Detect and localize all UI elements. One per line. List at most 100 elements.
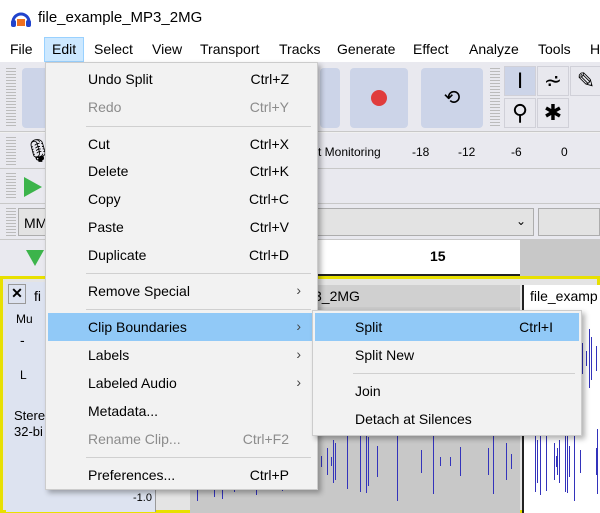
i-beam-icon: I — [516, 68, 524, 93]
menu-item-labeled-audio[interactable]: Labeled Audio › — [48, 369, 315, 397]
menu-item-delete[interactable]: Delete Ctrl+K — [48, 157, 315, 185]
menu-edit[interactable]: Edit — [44, 37, 85, 62]
menu-item-shortcut: Ctrl+Y — [249, 99, 289, 115]
menu-generate[interactable]: Generate — [337, 41, 395, 57]
meter-tick: -18 — [412, 145, 430, 159]
toolbar-grip[interactable] — [6, 68, 16, 126]
menu-item-label: Duplicate — [88, 247, 147, 263]
envelope-tool-button[interactable]: ⩫ — [537, 66, 569, 96]
toolbar-grip[interactable] — [490, 68, 500, 126]
gain-slider[interactable]: - — [20, 332, 25, 348]
menu-item-redo[interactable]: Redo Ctrl+Y — [48, 93, 315, 121]
menu-item-copy[interactable]: Copy Ctrl+C — [48, 185, 315, 213]
record-button[interactable] — [350, 68, 408, 128]
multi-tool-button[interactable]: ✱ — [537, 98, 569, 128]
menu-item-label: Split — [355, 319, 383, 335]
menu-item-join[interactable]: Join — [315, 377, 579, 405]
waveform-sample — [460, 447, 462, 476]
asterisk-icon: ✱ — [543, 100, 563, 125]
chevron-right-icon: › — [296, 282, 301, 298]
menu-tools[interactable]: Tools — [538, 41, 571, 57]
record-icon — [371, 90, 387, 106]
waveform-sample — [493, 429, 495, 494]
menu-item-label: Labels — [88, 347, 130, 363]
chevron-right-icon: › — [296, 318, 301, 334]
waveform-sample — [590, 336, 592, 381]
waveform-sample — [334, 442, 336, 481]
waveform-sample — [597, 429, 599, 494]
waveform-sample — [534, 430, 536, 493]
track-bit-depth: 32-bi — [14, 424, 43, 439]
waveform-sample — [433, 429, 435, 494]
envelope-icon: ⩫ — [543, 68, 563, 93]
selection-tool-button[interactable]: I — [504, 66, 536, 96]
menu-item-label: Rename Clip... — [88, 431, 181, 447]
menu-bar: File Edit Select View Transport Tracks G… — [0, 37, 600, 62]
waveform-sample — [586, 350, 588, 367]
waveform-sample — [581, 343, 583, 374]
menu-item-detach-at-silences[interactable]: Detach at Silences — [315, 405, 579, 433]
menu-view[interactable]: View — [152, 41, 182, 57]
menu-item-rename-clip[interactable]: Rename Clip... Ctrl+F2 — [48, 425, 315, 453]
waveform-sample — [567, 437, 569, 486]
edit-menu: Undo Split Ctrl+Z Redo Ctrl+Y Cut Ctrl+X Delet… — [45, 62, 318, 490]
menu-item-label: Join — [355, 383, 381, 399]
waveform-sample — [511, 453, 513, 470]
vertical-scale-label: -1.0 — [133, 492, 152, 504]
menu-item-split-new[interactable]: Split New — [315, 341, 579, 369]
magnifier-icon: ⚲ — [511, 100, 529, 125]
meter-label[interactable]: t Monitoring — [318, 145, 381, 159]
menu-analyze[interactable]: Analyze — [469, 41, 519, 57]
menu-select[interactable]: Select — [94, 41, 133, 57]
menu-item-shortcut: Ctrl+C — [248, 191, 289, 207]
stop-button[interactable] — [320, 68, 340, 128]
menu-item-undo-split[interactable]: Undo Split Ctrl+Z — [48, 65, 315, 93]
close-track-button[interactable]: ✕ — [8, 284, 26, 304]
chevron-right-icon: › — [296, 346, 301, 362]
meter-tick: 0 — [561, 145, 568, 159]
menu-transport[interactable]: Transport — [200, 41, 259, 57]
track-name[interactable]: fi — [34, 288, 41, 304]
menu-separator — [86, 126, 311, 127]
waveform-sample — [326, 448, 328, 475]
toolbar-grip[interactable] — [6, 137, 16, 165]
mute-button[interactable]: Mu — [16, 312, 33, 326]
menu-tracks[interactable]: Tracks — [279, 41, 320, 57]
toolbar-grip[interactable] — [6, 173, 16, 199]
loop-button[interactable]: ⟲ — [421, 68, 483, 128]
play-icon[interactable] — [24, 177, 42, 197]
clip-name: 3_2MG — [314, 288, 360, 304]
menu-file[interactable]: File — [10, 41, 33, 57]
menu-item-cut[interactable]: Cut Ctrl+X — [48, 130, 315, 158]
waveform-sample — [346, 433, 348, 490]
zoom-tool-button[interactable]: ⚲ — [504, 98, 536, 128]
menu-item-duplicate[interactable]: Duplicate Ctrl+D — [48, 241, 315, 269]
menu-item-split[interactable]: Split Ctrl+I — [315, 313, 579, 341]
toolbar-grip[interactable] — [6, 208, 16, 236]
waveform-sample — [596, 346, 598, 371]
menu-item-shortcut: Ctrl+Z — [250, 71, 290, 87]
device-dropdown[interactable] — [538, 208, 600, 236]
menu-item-metadata[interactable]: Metadata... — [48, 397, 315, 425]
waveform-sample — [555, 455, 557, 468]
pan-slider[interactable]: L — [20, 368, 27, 382]
menu-item-paste[interactable]: Paste Ctrl+V — [48, 213, 315, 241]
draw-tool-button[interactable]: ✎ — [570, 66, 600, 96]
clip-boundaries-submenu: Split Ctrl+I Split New Join Detach at Silenc… — [312, 310, 582, 436]
waveform-sample — [488, 448, 489, 475]
menu-item-remove-special[interactable]: Remove Special › — [48, 277, 315, 305]
waveform-sample — [377, 445, 379, 478]
host-value: MM — [24, 215, 48, 231]
waveform-sample — [559, 442, 561, 481]
menu-effect[interactable]: Effect — [413, 41, 449, 57]
waveform-sample — [539, 427, 541, 496]
clip-header[interactable]: file_examp — [522, 285, 600, 307]
menu-item-preferences[interactable]: Preferences... Ctrl+P — [48, 461, 315, 489]
ruler-tick-label: 15 — [430, 248, 446, 264]
chevron-right-icon: › — [296, 374, 301, 390]
waveform-sample — [321, 455, 323, 468]
menu-item-label: Metadata... — [88, 403, 159, 419]
menu-help[interactable]: H — [590, 41, 600, 57]
menu-item-labels[interactable]: Labels › — [48, 341, 315, 369]
menu-item-clip-boundaries[interactable]: Clip Boundaries › — [48, 313, 315, 341]
